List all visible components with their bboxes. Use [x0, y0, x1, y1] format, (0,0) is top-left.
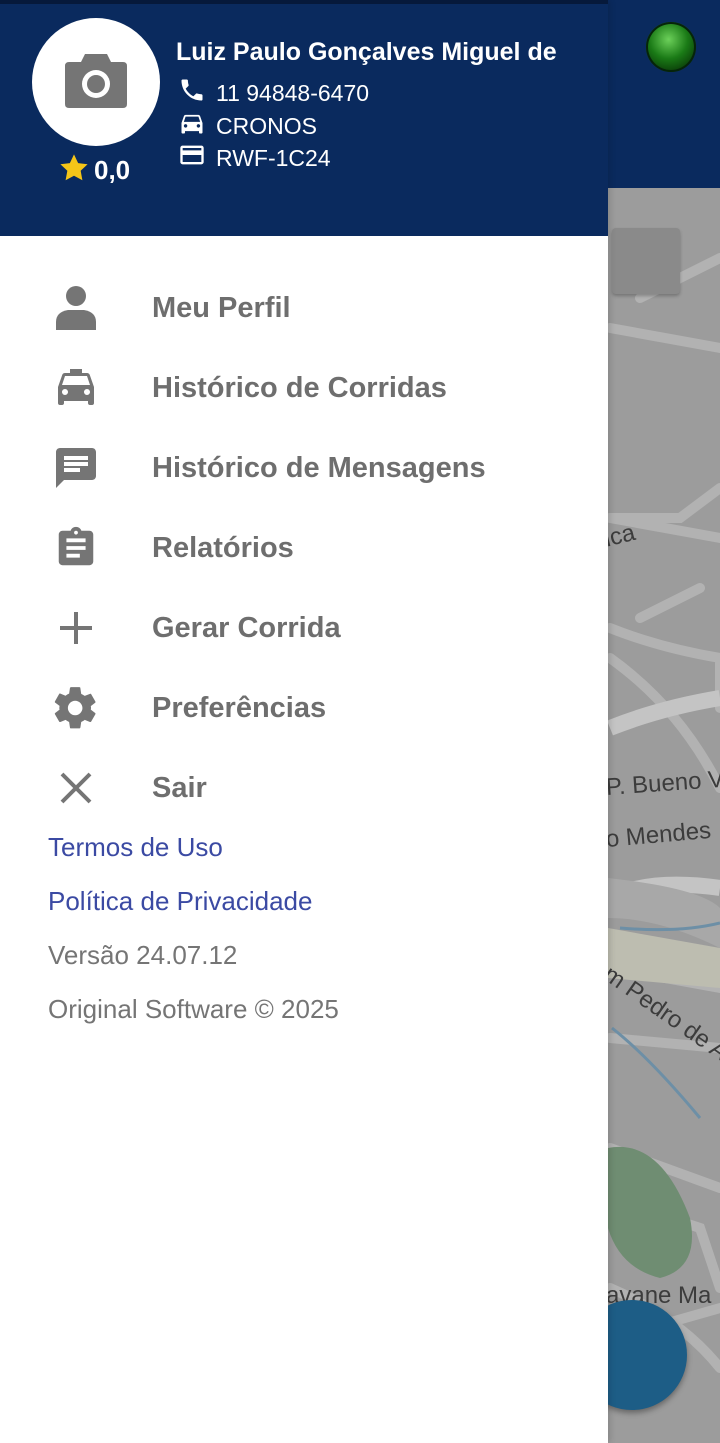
menu-item-label: Relatórios	[152, 531, 294, 564]
gear-icon	[50, 682, 102, 734]
menu-item-gerar-corrida[interactable]: Gerar Corrida	[0, 588, 608, 668]
menu-item-meu-perfil[interactable]: Meu Perfil	[0, 268, 608, 348]
rating-value: 0,0	[94, 154, 131, 185]
menu-item-sair[interactable]: Sair	[0, 748, 608, 828]
phone-number: 11 94848-6470	[216, 79, 370, 106]
terms-of-use-link[interactable]: Termos de Uso	[48, 832, 223, 863]
clipboard-icon	[50, 522, 102, 574]
card-icon	[178, 141, 216, 175]
menu-item-label: Gerar Corrida	[152, 611, 341, 644]
plate-row: RWF-1C24	[178, 143, 331, 173]
person-icon	[50, 282, 102, 334]
menu-item-historico-mensagens[interactable]: Histórico de Mensagens	[0, 428, 608, 508]
car-icon	[178, 109, 216, 143]
vehicle-plate: RWF-1C24	[216, 144, 331, 171]
menu-item-relatorios[interactable]: Relatórios	[0, 508, 608, 588]
online-status-light[interactable]	[646, 22, 696, 72]
menu-item-label: Meu Perfil	[152, 291, 291, 324]
message-icon	[50, 442, 102, 494]
car-icon	[50, 362, 102, 414]
menu-item-label: Histórico de Corridas	[152, 371, 447, 404]
plus-icon	[50, 602, 102, 654]
phone-icon	[178, 76, 216, 110]
menu-item-historico-corridas[interactable]: Histórico de Corridas	[0, 348, 608, 428]
drawer-header: 0,0 Luiz Paulo Gonçalves Miguel de 11 94…	[0, 0, 608, 236]
menu-item-label: Histórico de Mensagens	[152, 451, 486, 484]
camera-icon	[63, 50, 129, 115]
menu-item-preferencias[interactable]: Preferências	[0, 668, 608, 748]
copyright-text: Original Software © 2025	[48, 994, 339, 1024]
avatar[interactable]	[32, 18, 160, 146]
navigation-drawer: 0,0 Luiz Paulo Gonçalves Miguel de 11 94…	[0, 0, 608, 1443]
vehicle-model: CRONOS	[216, 112, 317, 139]
app-version: Versão 24.07.12	[48, 940, 238, 970]
privacy-policy-link[interactable]: Política de Privacidade	[48, 886, 312, 917]
close-icon	[50, 762, 102, 814]
driver-name: Luiz Paulo Gonçalves Miguel de	[176, 38, 557, 66]
phone-row: 11 94848-6470	[178, 78, 369, 108]
driver-rating: 0,0	[58, 152, 130, 188]
star-icon	[58, 152, 90, 189]
vehicle-row: CRONOS	[178, 111, 317, 141]
menu-item-label: Sair	[152, 771, 207, 804]
night-mode-button[interactable]	[612, 228, 680, 294]
menu-item-label: Preferências	[152, 691, 327, 724]
